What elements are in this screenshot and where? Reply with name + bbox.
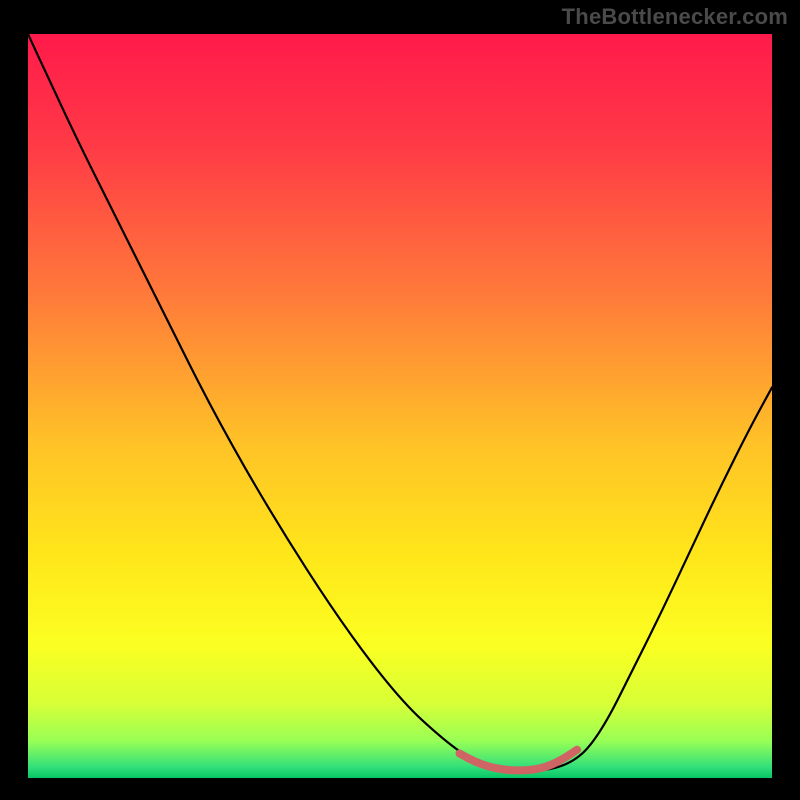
chart-svg	[28, 34, 772, 778]
chart-frame: TheBottlenecker.com	[0, 0, 800, 800]
watermark-text: TheBottlenecker.com	[562, 4, 788, 30]
chart-plot-area	[28, 34, 772, 778]
gradient-background	[28, 34, 772, 778]
